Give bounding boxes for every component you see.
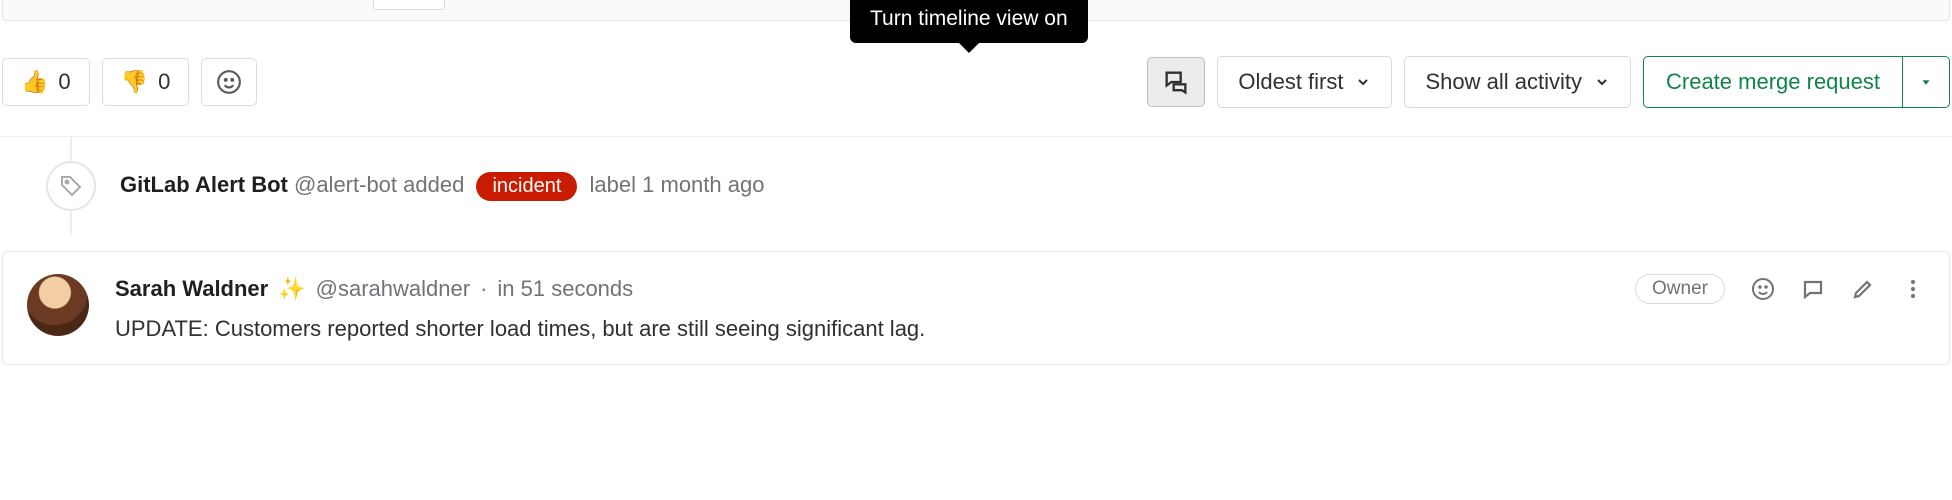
thumbs-down-button[interactable]: 👎 0 [102,58,190,106]
comment-body-text: UPDATE: Customers reported shorter load … [115,316,1925,342]
activity-filter-dropdown[interactable]: Show all activity [1404,56,1631,108]
comment-header: Sarah Waldner ✨ @sarahwaldner · in 51 se… [115,274,1925,304]
system-note-time: 1 month ago [642,172,764,197]
timeline-toggle-button[interactable] [1147,57,1205,107]
edit-button[interactable] [1851,277,1875,301]
create-merge-request-button[interactable]: Create merge request [1643,56,1903,108]
reply-button[interactable] [1801,277,1825,301]
create-merge-request-dropdown[interactable] [1903,56,1950,108]
sort-dropdown[interactable]: Oldest first [1217,56,1392,108]
comment-time: in 51 seconds [497,276,633,302]
thumbs-down-icon: 👎 [121,69,148,95]
chevron-down-icon [1355,74,1371,90]
comment-author-handle[interactable]: @sarahwaldner [316,276,470,302]
thumbs-up-count: 0 [58,69,70,95]
add-reaction-button[interactable] [1751,277,1775,301]
system-note-text: GitLab Alert Bot @alert-bot added incide… [120,172,764,201]
comment-author[interactable]: Sarah Waldner [115,276,268,302]
thumbs-up-icon: 👍 [21,69,48,95]
more-actions-button[interactable] [1901,277,1925,301]
previous-card-element [373,0,445,10]
comment: Sarah Waldner ✨ @sarahwaldner · in 51 se… [2,251,1950,365]
timeline-toggle-tooltip: Turn timeline view on [850,0,1088,43]
create-mr-group: Create merge request [1643,56,1950,108]
owner-badge: Owner [1635,274,1725,304]
sort-label: Oldest first [1238,69,1343,95]
incident-label[interactable]: incident [476,172,577,201]
timeline: GitLab Alert Bot @alert-bot added incide… [0,137,1952,235]
action-bar: Turn timeline view on 👍 0 👎 0 Oldest fir… [0,21,1952,137]
smiley-icon [216,69,242,95]
caret-down-icon [1919,75,1933,89]
activity-filter-label: Show all activity [1425,69,1582,95]
discussion-icon [1162,68,1190,96]
system-note-author[interactable]: GitLab Alert Bot [120,172,288,197]
chevron-down-icon [1594,74,1610,90]
label-icon [46,161,96,211]
system-note-handle[interactable]: @alert-bot [294,172,397,197]
thumbs-down-count: 0 [158,69,170,95]
sparkle-icon: ✨ [278,276,305,302]
system-note: GitLab Alert Bot @alert-bot added incide… [46,137,1952,235]
thumbs-up-button[interactable]: 👍 0 [2,58,90,106]
avatar[interactable] [27,274,89,336]
comment-actions: Owner [1635,274,1925,304]
add-reaction-button[interactable] [201,58,257,106]
